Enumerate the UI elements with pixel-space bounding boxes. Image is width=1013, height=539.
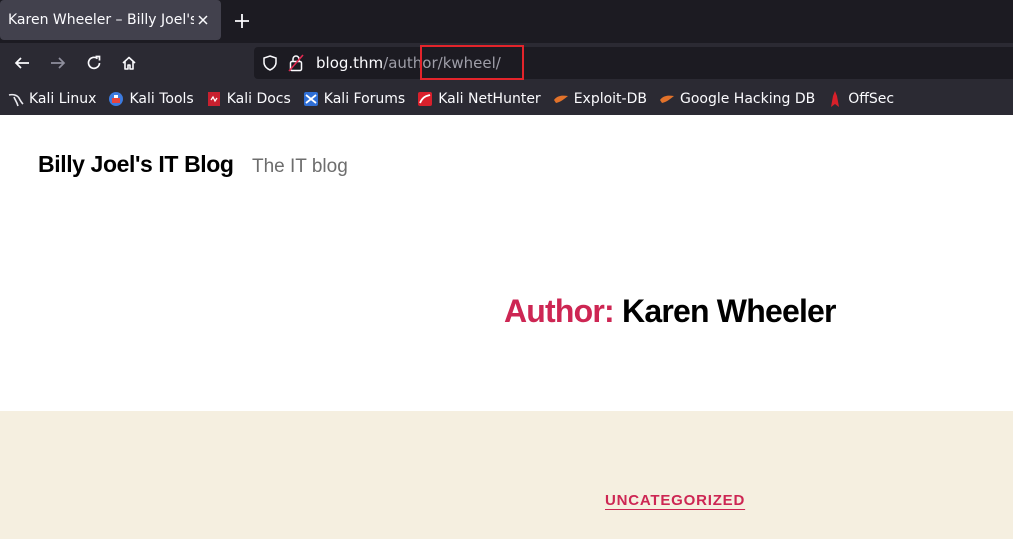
web-page: Billy Joel's IT Blog The IT blog Author:… [0,115,1013,539]
browser-tab[interactable]: Karen Wheeler – Billy Joel's IT Blog [0,0,221,40]
home-icon[interactable] [117,51,141,75]
archive-title-prefix: Author: [504,293,615,329]
kali-tools-icon [108,91,124,107]
kali-docs-icon [206,91,222,107]
url-host: blog.thm [316,54,384,72]
url-path-highlight-box [420,45,524,80]
close-icon[interactable] [193,10,213,30]
bookmark-label: Kali Linux [29,91,97,107]
reload-icon[interactable] [82,51,106,75]
kali-forums-icon [303,91,319,107]
arrow-right-icon[interactable] [46,51,70,75]
post-preview-section: UNCATEGORIZED [0,411,1013,539]
offsec-icon [827,91,843,107]
bookmark-label: Kali Forums [323,91,406,107]
bookmarks-toolbar: Kali Linux Kali Tools Kali Docs Kali For… [0,83,1013,115]
ghdb-icon [659,91,675,107]
bookmark-kali-docs[interactable]: Kali Docs [206,91,291,107]
insecure-lock-icon[interactable] [288,54,304,76]
category-link-uncategorized[interactable]: UNCATEGORIZED [605,492,745,509]
site-title-link[interactable]: Billy Joel's IT Blog [38,151,234,178]
bookmark-label: Exploit-DB [573,91,647,107]
bookmark-kali-linux[interactable]: Kali Linux [8,91,96,107]
shield-icon[interactable] [262,55,278,75]
bookmark-label: Google Hacking DB [679,91,816,107]
bookmark-google-hacking-db[interactable]: Google Hacking DB [659,91,815,107]
bookmark-kali-forums[interactable]: Kali Forums [303,91,405,107]
tab-strip: Karen Wheeler – Billy Joel's IT Blog [0,0,1013,43]
bookmark-offsec[interactable]: OffSec [827,91,894,107]
url-bar[interactable]: blog.thm/author/kwheel/ [254,47,1013,79]
arrow-left-icon[interactable] [10,51,34,75]
kali-dragon-icon [8,91,24,107]
exploit-db-icon [553,91,569,107]
site-description: The IT blog [252,156,348,177]
tab-title: Karen Wheeler – Billy Joel's IT Blog [8,12,194,28]
bookmark-label: Kali Docs [226,91,291,107]
bookmark-kali-tools[interactable]: Kali Tools [108,91,194,107]
archive-title: Author: Karen Wheeler [504,293,837,330]
bookmark-label: OffSec [848,91,895,107]
bookmark-exploit-db[interactable]: Exploit-DB [553,91,647,107]
nethunter-icon [417,91,433,107]
plus-icon[interactable] [230,9,254,33]
author-name: Karen Wheeler [622,293,836,329]
bookmark-label: Kali NetHunter [438,91,541,107]
bookmark-kali-nethunter[interactable]: Kali NetHunter [417,91,541,107]
bookmark-label: Kali Tools [129,91,194,107]
